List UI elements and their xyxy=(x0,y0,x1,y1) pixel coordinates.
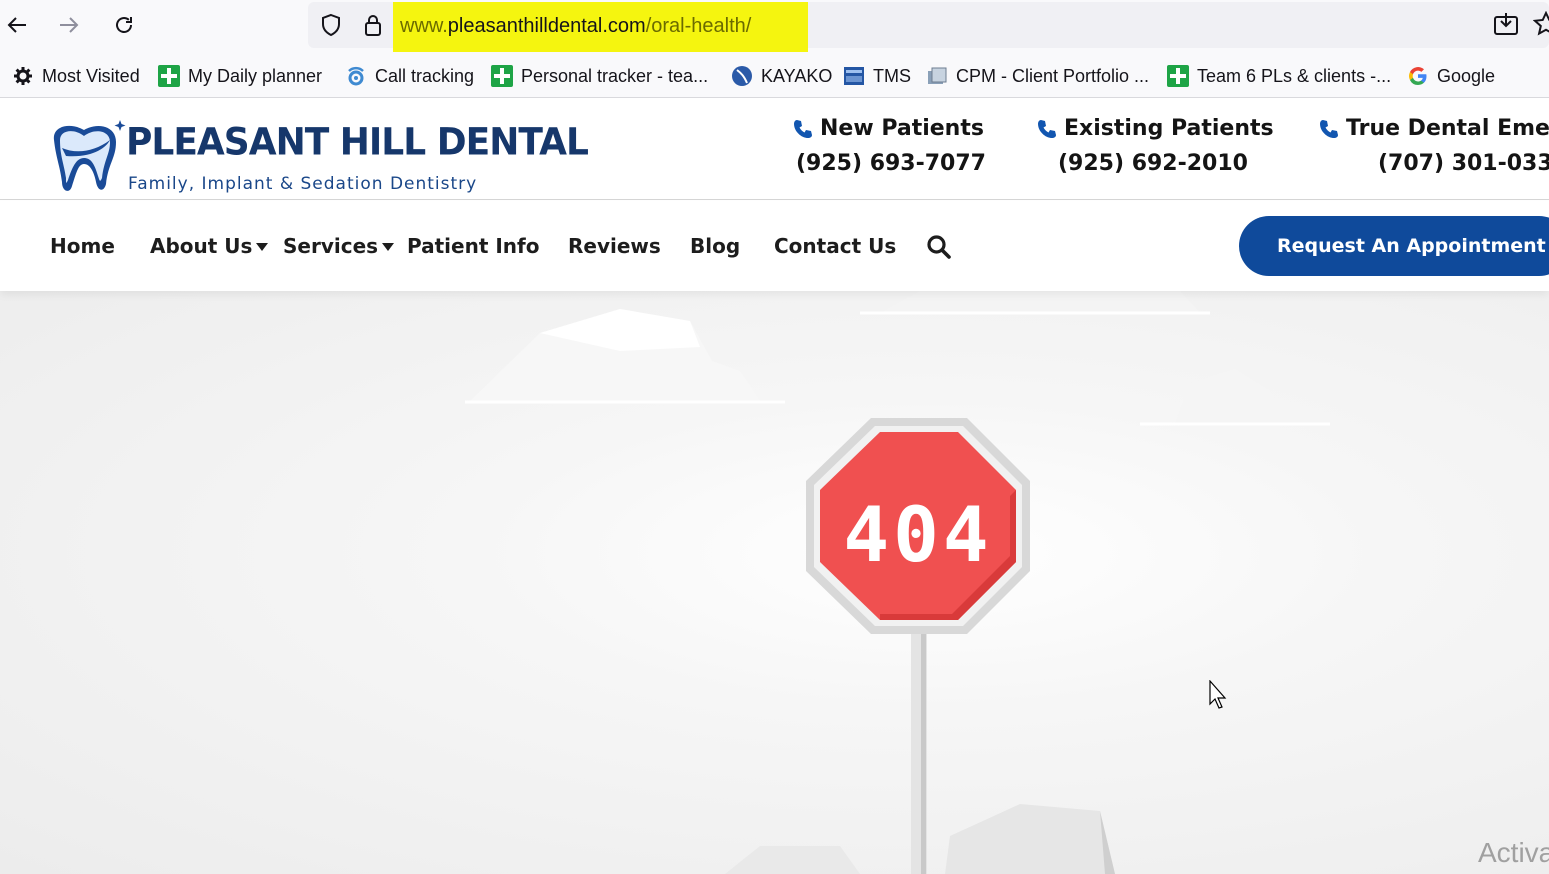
nav-label: Patient Info xyxy=(407,234,540,258)
bookmark-my-daily-planner[interactable]: My Daily planner xyxy=(158,64,322,88)
cloud-top xyxy=(860,291,1210,315)
downloads-icon[interactable] xyxy=(1492,10,1520,38)
contact-phone[interactable]: (925) 692-2010 xyxy=(1058,151,1274,176)
caret-down-icon xyxy=(382,243,395,251)
bookmark-label: My Daily planner xyxy=(188,65,323,86)
contact-true-dental-emergency[interactable]: True Dental Emerg (707) 301-0338 xyxy=(1318,116,1549,176)
url-path: /oral-health/ xyxy=(645,15,752,37)
contact-new-patients[interactable]: New Patients (925) 693-7077 xyxy=(792,116,986,176)
plus-icon xyxy=(1167,65,1189,87)
reload-icon xyxy=(116,17,132,33)
bookmark-label: Team 6 PLs & clients -... xyxy=(1197,65,1392,86)
folder-icon xyxy=(926,65,948,87)
bookmark-most-visited[interactable]: Most Visited xyxy=(12,64,140,88)
tms-icon xyxy=(843,65,865,87)
nav-services[interactable]: Services xyxy=(283,234,395,258)
bookmark-kayako[interactable]: KAYAKO xyxy=(731,64,832,88)
main-navigation: Home About Us Services Patient Info Revi… xyxy=(0,201,1549,291)
search-icon xyxy=(927,235,951,259)
plus-icon xyxy=(158,65,180,87)
bookmark-star-icon[interactable] xyxy=(1532,10,1549,38)
contact-label: Existing Patients xyxy=(1064,116,1274,141)
bookmark-label: CPM - Client Portfolio ... xyxy=(956,65,1150,86)
address-bar[interactable]: www.pleasanthilldental.com/oral-health/ xyxy=(308,2,1549,54)
bookmark-team-6[interactable]: Team 6 PLs & clients -... xyxy=(1167,64,1391,88)
nav-label: Reviews xyxy=(568,234,661,258)
nav-label: Contact Us xyxy=(774,234,897,258)
logo-subtitle: Family, Implant & Sedation Dentistry xyxy=(128,174,478,194)
cloud-right xyxy=(1140,369,1330,426)
browser-toolbar: www.pleasanthilldental.com/oral-health/ xyxy=(0,0,1549,54)
bookmark-tms[interactable]: TMS xyxy=(843,64,911,88)
error-404-illustration: 404 xyxy=(0,291,1549,874)
nav-label: Home xyxy=(50,234,115,258)
nav-home[interactable]: Home xyxy=(50,234,115,258)
nav-label: Services xyxy=(283,234,379,258)
contact-existing-patients[interactable]: Existing Patients (925) 692-2010 xyxy=(1036,116,1274,176)
gear-icon xyxy=(12,65,34,87)
bookmark-google[interactable]: Google xyxy=(1407,64,1495,88)
rock-left xyxy=(725,846,860,874)
contact-phone[interactable]: (925) 693-7077 xyxy=(796,151,986,176)
call-tracking-icon xyxy=(345,65,367,87)
contact-phone[interactable]: (707) 301-0338 xyxy=(1378,151,1549,176)
bookmarks-toolbar: Most Visited My Daily planner Call track… xyxy=(0,52,1549,98)
site-header: PLEASANT HILL DENTAL Family, Implant & S… xyxy=(0,98,1549,200)
nav-label: About Us xyxy=(150,234,253,258)
site-logo[interactable]: PLEASANT HILL DENTAL Family, Implant & S… xyxy=(48,112,589,194)
forward-button[interactable] xyxy=(52,8,86,42)
url-host: pleasanthilldental.com xyxy=(447,15,646,37)
contact-label: True Dental Emerg xyxy=(1346,116,1549,141)
bookmark-personal-tracker[interactable]: Personal tracker - tea... xyxy=(491,64,708,88)
lock-icon[interactable] xyxy=(360,12,386,38)
nav-blog[interactable]: Blog xyxy=(690,234,740,258)
back-arrow-icon xyxy=(7,17,26,33)
bookmark-label: KAYAKO xyxy=(761,65,833,86)
rock-right xyxy=(945,804,1115,874)
bookmark-label: Call tracking xyxy=(375,65,475,86)
bookmark-cpm[interactable]: CPM - Client Portfolio ... xyxy=(926,64,1149,88)
nav-about-us[interactable]: About Us xyxy=(150,234,269,258)
back-button[interactable] xyxy=(0,8,34,42)
plus-icon xyxy=(491,65,513,87)
shield-icon[interactable] xyxy=(318,12,344,38)
cloud-left xyxy=(465,309,785,404)
contact-label: New Patients xyxy=(820,116,984,141)
bookmark-call-tracking[interactable]: Call tracking xyxy=(345,64,474,88)
caret-down-icon xyxy=(256,243,269,251)
error-code: 404 xyxy=(843,490,992,579)
phone-icon xyxy=(794,119,812,138)
google-icon xyxy=(1407,65,1429,87)
tooth-logo-icon xyxy=(53,120,126,191)
request-appointment-button[interactable]: Request An Appointment xyxy=(1239,216,1549,276)
nav-contact-us[interactable]: Contact Us xyxy=(774,234,896,258)
cta-label: Request An Appointment xyxy=(1277,235,1546,257)
url-text[interactable]: www.pleasanthilldental.com/oral-health/ xyxy=(400,15,751,38)
bookmark-label: Personal tracker - tea... xyxy=(521,65,709,86)
reload-button[interactable] xyxy=(107,8,141,42)
nav-patient-info[interactable]: Patient Info xyxy=(407,234,539,258)
forward-arrow-icon xyxy=(60,17,79,33)
bookmark-label: TMS xyxy=(873,65,911,86)
phone-icon xyxy=(1320,119,1338,138)
bookmark-label: Most Visited xyxy=(42,65,140,86)
kayako-icon xyxy=(731,65,753,87)
bookmark-label: Google xyxy=(1437,65,1496,86)
nav-label: Blog xyxy=(690,234,741,258)
mouse-cursor-icon xyxy=(1209,680,1227,709)
url-prefix: www. xyxy=(400,15,448,37)
phone-icon xyxy=(1038,119,1056,138)
nav-reviews[interactable]: Reviews xyxy=(568,234,661,258)
activate-windows-watermark: Activa xyxy=(1478,837,1549,868)
logo-title: PLEASANT HILL DENTAL xyxy=(126,120,589,165)
search-button[interactable] xyxy=(926,234,952,260)
